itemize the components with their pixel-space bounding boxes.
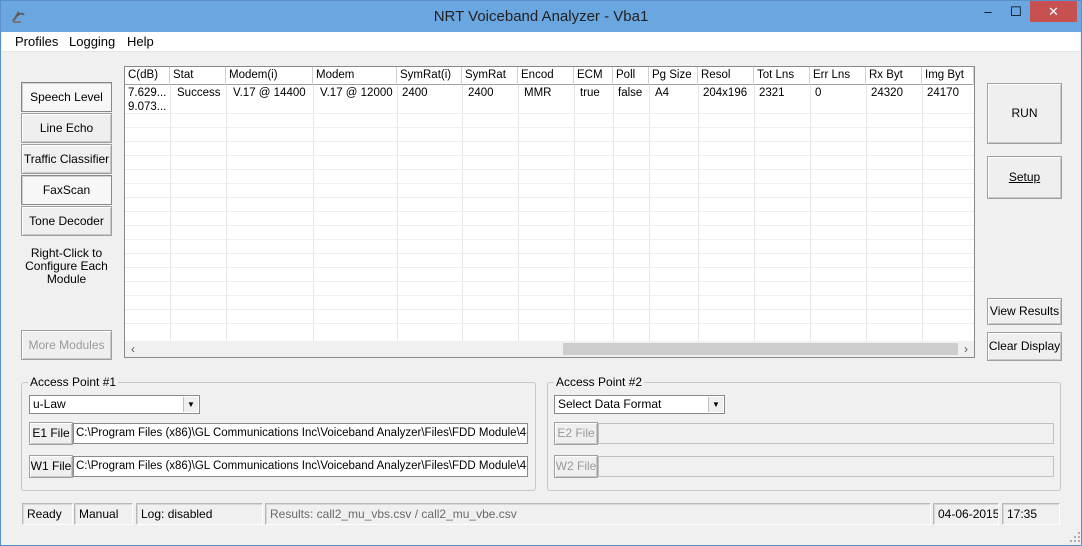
column-header[interactable]: ECM [574,67,613,85]
column-header[interactable]: Img Byt [922,67,974,85]
column-header[interactable]: Err Lns [810,67,866,85]
format-select-2[interactable]: Select Data Format ▼ [554,395,725,414]
traffic-classifier-button[interactable]: Traffic Classifier [21,144,112,174]
e1-path-field[interactable]: C:\Program Files (x86)\GL Communications… [73,423,528,444]
table-cell: 24320 [871,87,903,99]
table-cell: Success [177,87,221,99]
table-cell: V.17 @ 12000 [320,87,393,99]
menu-help[interactable]: Help [127,34,154,49]
configure-hint: Right-Click to Configure Each Module [25,246,108,286]
status-time: 17:35 [1002,503,1060,525]
status-log: Log: disabled [136,503,263,525]
results-grid[interactable]: C(dB) Stat Modem(i) Modem SymRat(i) SymR… [124,66,975,358]
view-results-button[interactable]: View Results [987,298,1062,325]
table-cell: A4 [655,87,670,99]
more-modules-button[interactable]: More Modules [21,330,112,360]
table-cell: V.17 @ 14400 [233,87,306,99]
maximize-button[interactable]: ☐ [1002,1,1030,22]
table-cell: 2400 [468,87,494,99]
run-button[interactable]: RUN [987,83,1062,144]
column-header[interactable]: C(dB) [125,67,170,85]
e1-file-button[interactable]: E1 File [29,422,73,445]
menu-profiles[interactable]: Profiles [15,34,58,49]
close-button[interactable]: ✕ [1030,1,1077,22]
column-header[interactable]: Tot Lns [754,67,810,85]
scroll-right-icon[interactable]: › [958,341,974,357]
table-cell: 9.073... [128,101,167,113]
format-select-1[interactable]: u-Law ▼ [29,395,200,414]
chevron-down-icon[interactable]: ▼ [183,397,198,412]
app-window: NRT Voiceband Analyzer - Vba1 – ☐ ✕ Prof… [0,0,1082,546]
line-echo-button[interactable]: Line Echo [21,113,112,143]
table-cell: 0 [815,87,822,99]
clear-display-button[interactable]: Clear Display [987,332,1062,361]
column-header[interactable]: Poll [613,67,649,85]
w2-path-field[interactable] [598,456,1054,477]
status-results: Results: call2_mu_vbs.csv / call2_mu_vbe… [265,503,931,525]
table-cell: 7.629... [128,87,167,99]
access-point-2-legend: Access Point #2 [556,375,643,389]
format-select-2-value: Select Data Format [558,397,662,411]
w1-path-field[interactable]: C:\Program Files (x86)\GL Communications… [73,456,528,477]
e2-file-button[interactable]: E2 File [554,422,598,445]
table-row[interactable]: 9.073... [125,100,974,114]
table-row[interactable]: 7.629... Success V.17 @ 14400 V.17 @ 120… [125,86,974,100]
e2-path-field[interactable] [598,423,1054,444]
column-header[interactable]: SymRat [462,67,518,85]
menu-bar: Profiles Logging Help [2,32,1080,52]
column-header[interactable]: Encod [518,67,574,85]
minimize-button[interactable]: – [974,1,1002,22]
access-point-1-legend: Access Point #1 [30,375,117,389]
column-header[interactable]: Modem(i) [226,67,313,85]
table-cell: true [580,87,600,99]
table-cell: 24170 [927,87,959,99]
resize-grip-icon[interactable] [1069,531,1081,543]
window-title: NRT Voiceband Analyzer - Vba1 [433,8,649,25]
column-header[interactable]: Modem [313,67,397,85]
grid-header: C(dB) Stat Modem(i) Modem SymRat(i) SymR… [125,67,974,85]
menu-logging[interactable]: Logging [69,34,115,49]
status-date: 04-06-2015 [933,503,999,525]
column-header[interactable]: Stat [170,67,226,85]
table-cell: 2321 [759,87,785,99]
column-header[interactable]: Rx Byt [866,67,922,85]
status-ready: Ready [22,503,73,525]
table-cell: false [618,87,643,99]
title-bar[interactable]: NRT Voiceband Analyzer - Vba1 – ☐ ✕ [1,1,1081,32]
setup-button[interactable]: Setup [987,156,1062,199]
column-header[interactable]: SymRat(i) [397,67,462,85]
column-header[interactable]: Resol [698,67,754,85]
w2-file-button[interactable]: W2 File [554,455,598,478]
column-header[interactable]: Pg Size [649,67,698,85]
format-select-1-value: u-Law [33,397,66,411]
table-cell: 2400 [402,87,428,99]
w1-file-button[interactable]: W1 File [29,455,73,478]
status-mode: Manual [74,503,133,525]
scroll-left-icon[interactable]: ‹ [125,341,141,357]
chevron-down-icon[interactable]: ▼ [708,397,723,412]
speech-level-button[interactable]: Speech Level [21,82,112,112]
tone-decoder-button[interactable]: Tone Decoder [21,206,112,236]
table-cell: MMR [524,87,552,99]
table-cell: 204x196 [703,87,748,99]
scroll-thumb[interactable] [563,343,958,355]
faxscan-button[interactable]: FaxScan [21,175,112,205]
horizontal-scrollbar[interactable]: ‹ › [125,341,974,357]
